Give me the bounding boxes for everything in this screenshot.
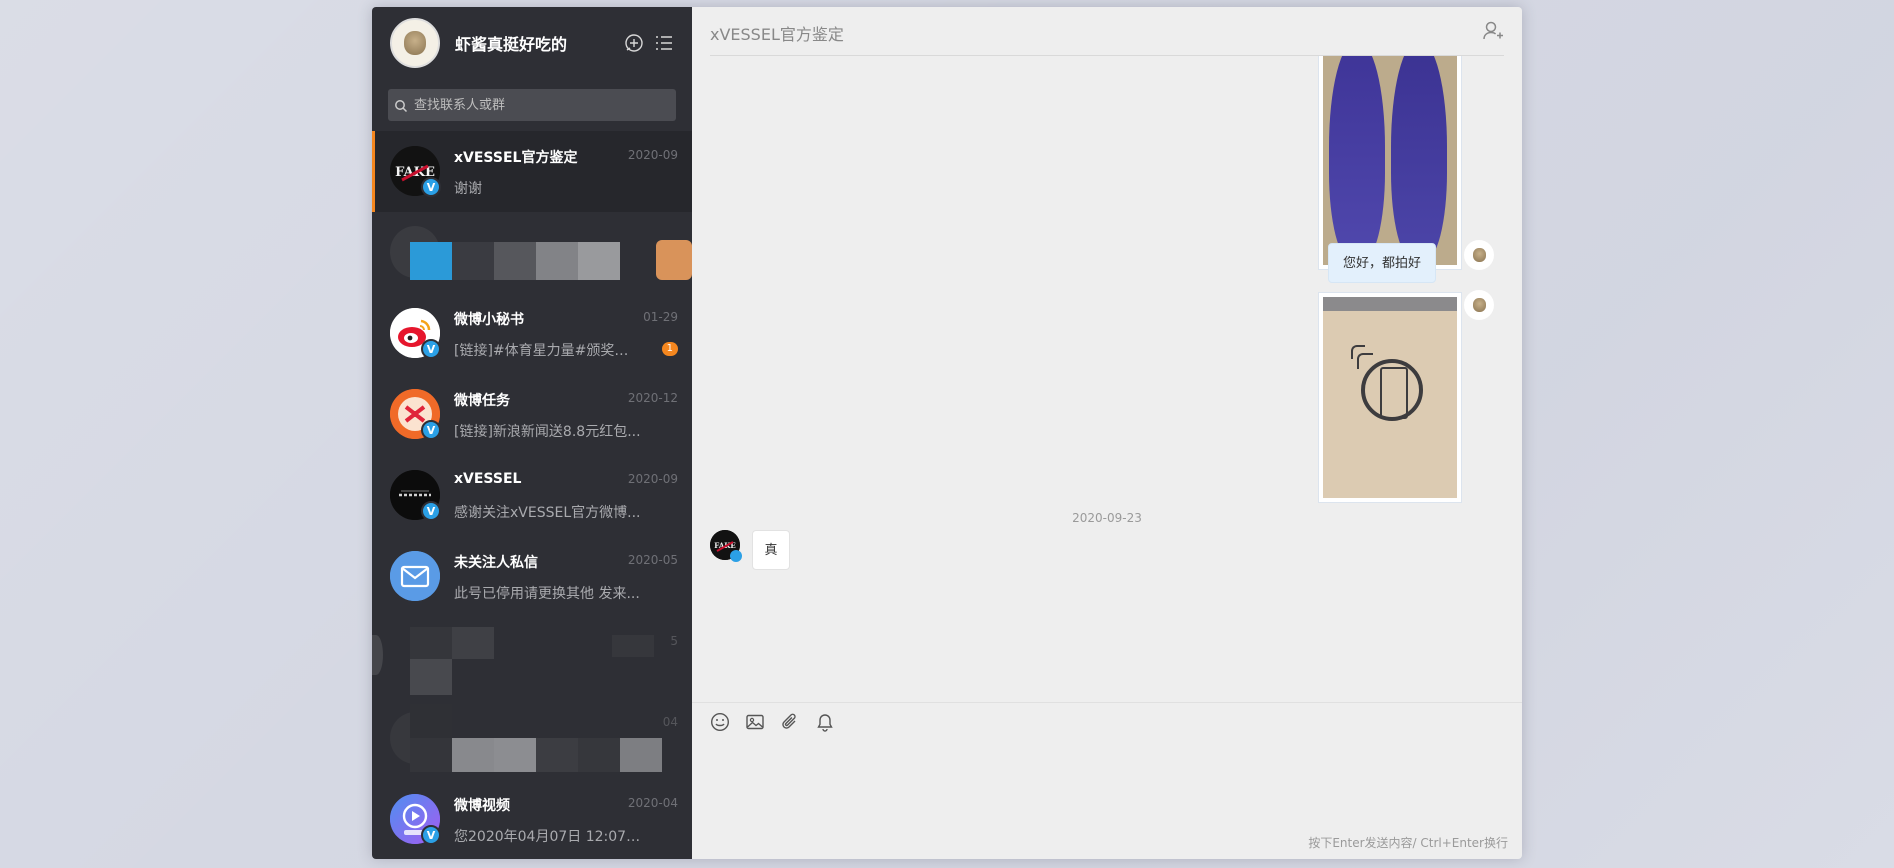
conversation-name: 未关注人私信: [454, 555, 538, 571]
conversation-date: 2020-04: [627, 796, 678, 810]
bell-icon[interactable]: [815, 712, 835, 732]
conversation-date: 2020-05: [627, 553, 678, 567]
conversation-name: 微博视频: [454, 798, 510, 814]
conversation-preview: 此号已停用请更换其他 发来...: [454, 586, 640, 602]
unread-count-badge: 1: [661, 342, 678, 356]
chat-panel: xVESSEL官方鉴定 您好，都拍好了: [692, 7, 1522, 859]
verified-badge: V: [421, 420, 441, 440]
conversation-date: 2020-09: [627, 148, 678, 162]
box-stamp-photo: [1323, 297, 1457, 498]
conversation-date: 5: [670, 634, 678, 648]
image-message[interactable]: [1318, 292, 1462, 503]
user-avatar[interactable]: [390, 18, 440, 68]
user-avatar-small: [1464, 290, 1494, 320]
user-avatar-small: [1464, 240, 1494, 270]
verified-badge: [730, 550, 742, 562]
verified-badge: V: [421, 177, 441, 197]
send-hint: 按下Enter发送内容/ Ctrl+Enter换行: [1308, 836, 1508, 850]
verified-badge: V: [421, 825, 441, 845]
new-chat-icon[interactable]: [624, 33, 644, 53]
message-list: 您好，都拍好了 2020-09-23 FAKE 真: [692, 56, 1522, 703]
emoji-icon[interactable]: [710, 712, 730, 732]
conversation-name: xVESSEL: [454, 471, 522, 487]
image-message[interactable]: [1318, 56, 1462, 270]
conversation-item[interactable]: V 微博任务 2020-12 [链接]新浪新闻送8.8元红包...: [372, 374, 692, 455]
weibo-messenger-window: 虾酱真挺好吃的 FAKE: [372, 7, 1522, 859]
conversation-name: 微博任务: [454, 393, 510, 409]
sidebar-header: 虾酱真挺好吃的: [372, 7, 692, 79]
mail-icon: [390, 551, 440, 601]
conversation-date: 01-29: [643, 310, 678, 324]
conversation-item[interactable]: FAKE V xVESSEL官方鉴定 2020-09 谢谢: [372, 131, 692, 212]
conversation-name: 微博小秘书: [454, 312, 524, 328]
conversation-preview: [链接]新浪新闻送8.8元红包...: [454, 424, 641, 440]
chat-header: xVESSEL官方鉴定: [710, 7, 1504, 56]
conversation-date: 2020-09: [627, 472, 678, 486]
blurred-conversation[interactable]: 5: [372, 617, 692, 698]
search-box[interactable]: [388, 89, 676, 121]
date-separator: 2020-09-23: [1072, 511, 1142, 525]
conversation-item[interactable]: V 微博小秘书 01-29 [链接]#体育星力量#颁奖盛... 1: [372, 293, 692, 374]
message-bubble: 真: [752, 530, 790, 570]
image-icon[interactable]: [745, 712, 765, 732]
conversation-date: 2020-12: [627, 391, 678, 405]
composer-toolbar: [710, 712, 835, 732]
conversation-name: xVESSEL官方鉴定: [454, 150, 578, 166]
verified-badge: V: [421, 501, 441, 521]
insole-photo: [1323, 56, 1457, 265]
blurred-conversation[interactable]: 04: [372, 698, 692, 779]
menu-list-icon[interactable]: [654, 33, 674, 53]
conversation-preview: [链接]#体育星力量#颁奖盛...: [454, 343, 630, 359]
conversation-date: 04: [662, 715, 678, 729]
conversation-preview: 谢谢: [454, 181, 482, 197]
search-area: [372, 79, 692, 127]
verified-badge: V: [421, 339, 441, 359]
sidebar: 虾酱真挺好吃的 FAKE: [372, 7, 692, 859]
search-icon: [394, 98, 408, 113]
message-bubble: 您好，都拍好了: [1328, 243, 1436, 311]
conversation-item[interactable]: V 微博视频 2020-04 您2020年04月07日 12:07上...: [372, 779, 692, 859]
chat-title: xVESSEL官方鉴定: [710, 25, 844, 44]
attachment-icon[interactable]: [780, 712, 800, 732]
conversation-preview: 您2020年04月07日 12:07上...: [454, 829, 644, 845]
search-input[interactable]: [412, 96, 666, 114]
add-user-icon[interactable]: [1482, 20, 1504, 42]
conversation-item[interactable]: 未关注人私信 2020-05 此号已停用请更换其他 发来...: [372, 536, 692, 617]
composer: 按下Enter发送内容/ Ctrl+Enter换行: [692, 702, 1522, 859]
conversation-item[interactable]: V xVESSEL 2020-09 感谢关注xVESSEL官方微博...: [372, 455, 692, 536]
user-name: 虾酱真挺好吃的: [455, 35, 568, 54]
conversation-list: FAKE V xVESSEL官方鉴定 2020-09 谢谢: [372, 131, 692, 859]
blurred-conversation[interactable]: [372, 212, 692, 293]
conversation-preview: 感谢关注xVESSEL官方微博...: [454, 505, 641, 521]
